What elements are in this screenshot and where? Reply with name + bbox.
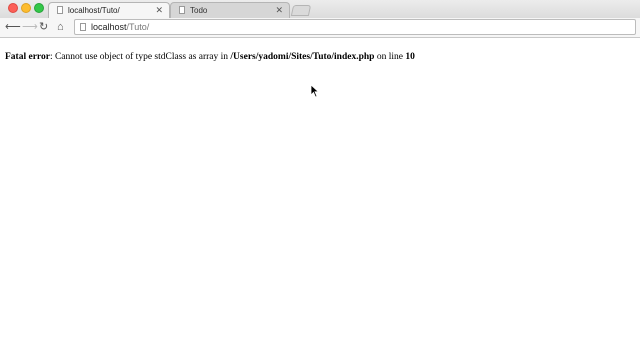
browser-toolbar: ⟵ ⟶ ↻ ⌂ localhost/Tuto/ — [0, 18, 640, 38]
window-maximize-button[interactable] — [34, 3, 44, 13]
new-tab-button[interactable] — [290, 5, 312, 16]
window-titlebar: localhost/Tuto/ ✕ Todo ✕ — [0, 0, 640, 18]
error-message: Fatal error: Cannot use object of type s… — [5, 52, 415, 62]
close-icon[interactable]: ✕ — [275, 5, 283, 16]
on-line-text: on line — [374, 52, 406, 62]
document-icon — [57, 6, 63, 14]
address-bar[interactable]: localhost/Tuto/ — [74, 19, 636, 35]
tab-todo[interactable]: Todo ✕ — [170, 2, 290, 18]
mouse-pointer-icon — [310, 84, 320, 98]
url-text: localhost/Tuto/ — [91, 22, 149, 32]
forward-arrow-icon[interactable]: ⟶ — [22, 21, 38, 33]
document-icon — [179, 6, 185, 14]
tab-title: Todo — [190, 6, 208, 15]
url-host: localhost — [91, 22, 127, 32]
message-text: Cannot use object of type stdClass as ar… — [54, 52, 231, 62]
close-icon[interactable]: ✕ — [155, 5, 163, 16]
url-path: /Tuto/ — [126, 22, 150, 32]
window-minimize-button[interactable] — [21, 3, 31, 13]
window-close-button[interactable] — [8, 3, 18, 13]
file-path: /Users/yadomi/Sites/Tuto/index.php — [230, 52, 375, 62]
error-label: Fatal error — [5, 52, 50, 62]
line-number: 10 — [405, 52, 415, 62]
reload-icon[interactable]: ↻ — [39, 21, 48, 33]
home-icon[interactable]: ⌂ — [57, 21, 64, 33]
back-arrow-icon[interactable]: ⟵ — [5, 21, 21, 33]
tab-localhost-tuto[interactable]: localhost/Tuto/ ✕ — [48, 2, 170, 18]
page-icon — [80, 23, 86, 31]
tab-title: localhost/Tuto/ — [68, 6, 120, 15]
